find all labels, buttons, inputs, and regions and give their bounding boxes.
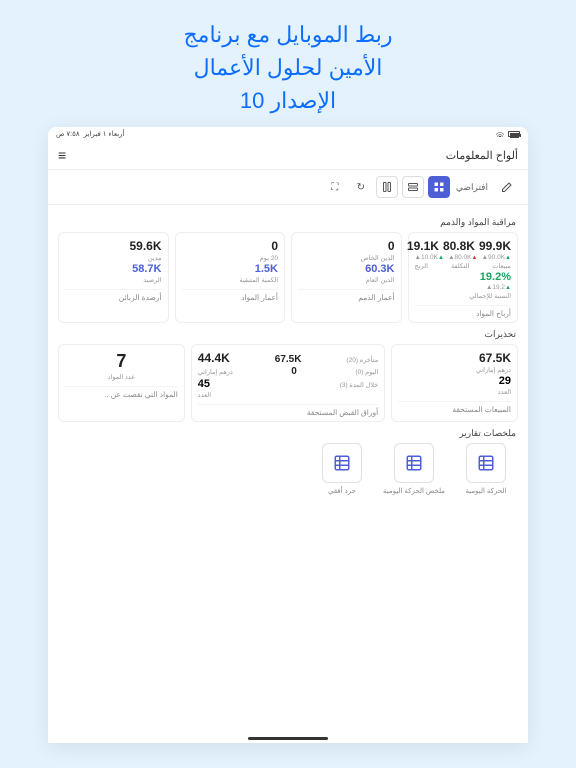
refresh-icon[interactable]: ↻	[350, 176, 372, 198]
card-client-balances[interactable]: 59.6K مدين 58.7K الرصيد أرصدة الزبائن	[58, 232, 169, 323]
grid-view-button[interactable]	[428, 176, 450, 198]
monitoring-row: 99.9K80.8K19.1K ▲90.0K▲▲80.0K▲▲10.0K▲ مب…	[58, 232, 518, 323]
toolbar: افتراضي ↻ ⛶	[48, 170, 528, 205]
card-material-profits[interactable]: 99.9K80.8K19.1K ▲90.0K▲▲80.0K▲▲10.0K▲ مب…	[408, 232, 519, 323]
section-monitoring-title: مراقبة المواد والذمم	[60, 217, 516, 228]
content: مراقبة المواد والذمم 99.9K80.8K19.1K ▲90…	[48, 205, 528, 733]
fullscreen-icon[interactable]: ⛶	[324, 176, 346, 198]
battery-icon	[508, 131, 520, 137]
page-title: ألواح المعلومات	[446, 149, 518, 162]
section-reports-title: ملخصات تقارير	[60, 428, 516, 439]
card-checks-due[interactable]: متأخره (20)67.5K44.4K اليوم (0)0درهم إما…	[191, 344, 385, 422]
home-indicator	[248, 737, 328, 740]
grid-icon[interactable]	[394, 443, 434, 483]
section-warnings-title: تحذيرات	[60, 329, 516, 340]
card-receivables[interactable]: 67.5K درهم إماراتي 29 العدد المبيعات الم…	[391, 344, 518, 422]
report-daily-summary[interactable]: ملخص الحركة اليومية	[382, 443, 446, 495]
device-frame: ٧:٥٨ ص أربعاء ١ فبراير ألواح المعلومات ≡…	[48, 127, 528, 743]
report-horizontal-inventory[interactable]: جرد أفقي	[310, 443, 374, 495]
reports-row: الحركة اليومية ملخص الحركة اليومية جرد أ…	[58, 443, 518, 495]
row-view-button[interactable]	[402, 176, 424, 198]
layout-label: افتراضي	[456, 182, 488, 193]
status-bar: ٧:٥٨ ص أربعاء ١ فبراير	[48, 127, 528, 141]
edit-icon[interactable]	[496, 176, 518, 198]
card-low-stock[interactable]: 7 عدد المواد المواد التي نقصت عن ..	[58, 344, 185, 422]
hero-title: ربط الموبايل مع برنامج الأمين لحلول الأع…	[183, 0, 392, 127]
status-date: أربعاء ١ فبراير	[84, 130, 125, 138]
grid-icon[interactable]	[466, 443, 506, 483]
status-time: ٧:٥٨ ص	[56, 130, 80, 138]
warnings-row: 67.5K درهم إماراتي 29 العدد المبيعات الم…	[58, 344, 518, 422]
wifi-icon	[496, 131, 504, 137]
grid-icon[interactable]	[322, 443, 362, 483]
column-view-button[interactable]	[376, 176, 398, 198]
card-debt-ages[interactable]: 0 الدين الخاص 60.3K الدين العام أعمار ال…	[291, 232, 402, 323]
report-daily-movement[interactable]: الحركة اليومية	[454, 443, 518, 495]
card-material-ages[interactable]: 0 20 يوم 1.5K الكمية المتبقية أعمار المو…	[175, 232, 286, 323]
menu-icon[interactable]: ≡	[58, 147, 66, 163]
app-header: ألواح المعلومات ≡	[48, 141, 528, 170]
